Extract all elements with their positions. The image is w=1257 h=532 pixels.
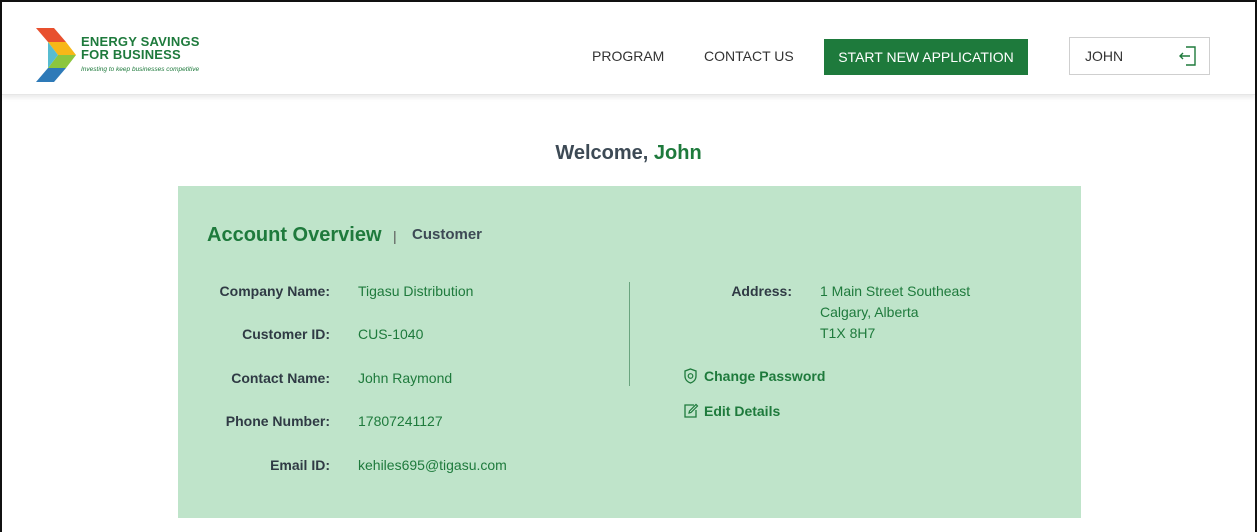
logout-icon[interactable] (1178, 44, 1200, 68)
address-line-3: T1X 8H7 (820, 325, 876, 341)
change-password-label: Change Password (704, 368, 826, 384)
user-name: JOHN (1085, 48, 1124, 64)
edit-details-label: Edit Details (704, 403, 781, 419)
title-separator: | (393, 228, 397, 244)
welcome-user-name: John (653, 142, 702, 164)
nav-contact-us[interactable]: CONTACT US (704, 48, 794, 64)
address-line-1: 1 Main Street Southeast (820, 283, 971, 299)
phone-number-label: Phone Number: (225, 413, 330, 429)
welcome-heading: Welcome, John (0, 142, 1257, 165)
contact-name-value: John Raymond (358, 370, 453, 386)
shield-icon (684, 368, 697, 384)
email-id-label: Email ID: (270, 457, 330, 473)
logo-tagline: Investing to keep businesses competitive (81, 66, 200, 73)
company-name-label: Company Name: (219, 283, 330, 299)
nav-program[interactable]: PROGRAM (592, 48, 664, 64)
welcome-prefix: Welcome, (555, 142, 654, 164)
user-menu[interactable]: JOHN (1069, 37, 1210, 75)
edit-details-link[interactable]: Edit Details (683, 403, 803, 421)
customer-id-value: CUS-1040 (358, 326, 424, 342)
start-new-application-button[interactable]: START NEW APPLICATION (824, 39, 1028, 75)
account-role: Customer (412, 226, 483, 243)
company-name-value: Tigasu Distribution (358, 283, 474, 299)
email-id-value: kehiles695@tigasu.com (358, 457, 507, 473)
column-divider (629, 282, 630, 386)
logo-line-2: FOR BUSINESS (81, 47, 181, 62)
logo-chevron-icon (36, 28, 76, 82)
account-overview-panel: Account Overview | Customer Company Name… (178, 186, 1081, 518)
customer-id-label: Customer ID: (242, 326, 330, 342)
edit-icon (684, 403, 699, 418)
address-label: Address: (731, 283, 792, 299)
change-password-link[interactable]: Change Password (683, 368, 843, 386)
phone-number-value: 17807241127 (358, 413, 443, 429)
contact-name-label: Contact Name: (231, 370, 330, 386)
top-header: ENERGY SAVINGS FOR BUSINESS Investing to… (2, 2, 1255, 95)
brand-logo[interactable]: ENERGY SAVINGS FOR BUSINESS Investing to… (36, 28, 236, 82)
address-line-2: Calgary, Alberta (820, 304, 919, 320)
account-overview-title: Account Overview (207, 224, 382, 246)
